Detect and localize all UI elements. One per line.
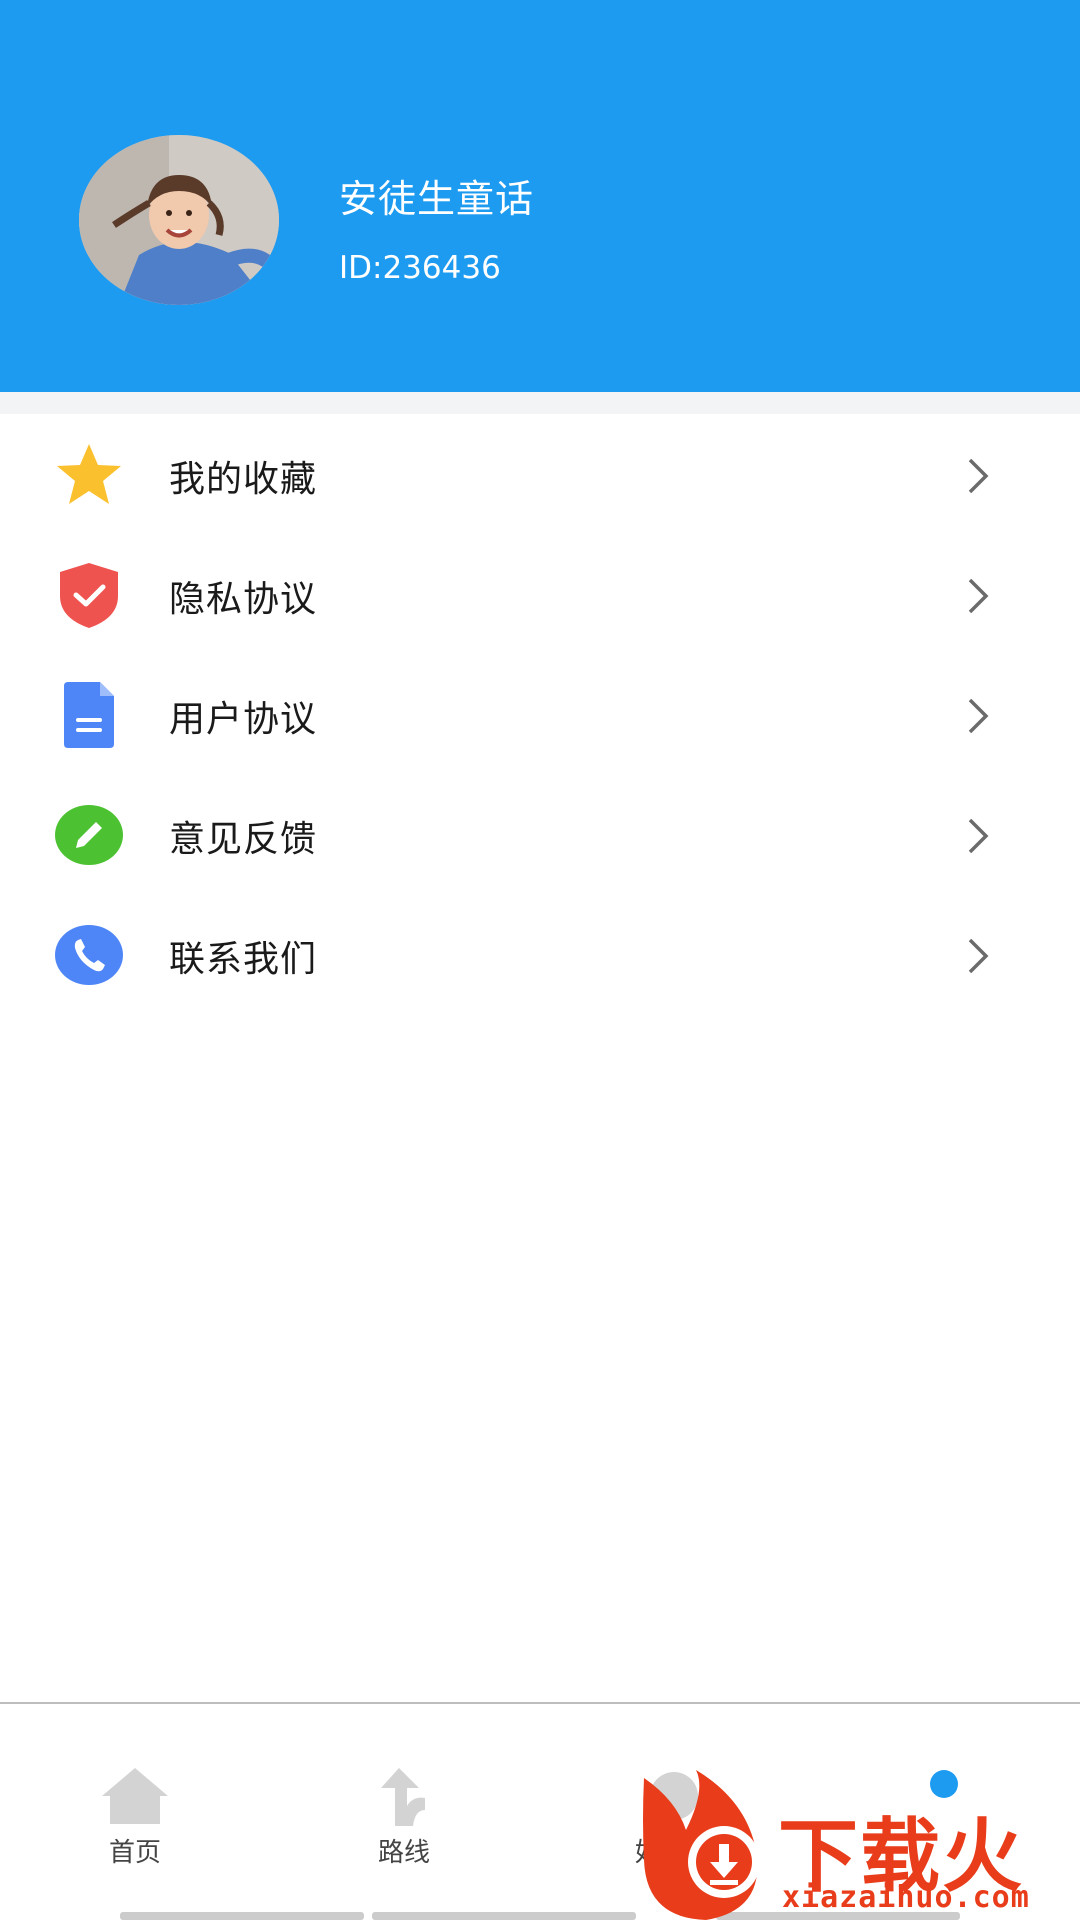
section-divider [0, 392, 1080, 414]
tab-route[interactable]: 路线 [324, 1764, 484, 1884]
phone-icon [55, 925, 123, 985]
shield-check-icon [60, 563, 118, 628]
settings-menu: 我的收藏 隐私协议 用户协议 意见反馈 联系我们 [0, 414, 1080, 1014]
home-indicator-segment [120, 1912, 364, 1920]
chevron-right-icon [968, 698, 989, 734]
menu-item-label: 意见反馈 [169, 819, 318, 860]
tab-label: 首页 [108, 1838, 161, 1868]
menu-item-contact[interactable]: 联系我们 [0, 894, 1080, 1014]
home-icon [102, 1768, 168, 1824]
menu-item-label: 隐私协议 [169, 579, 318, 620]
user-name: 安徒生童话 [339, 177, 535, 221]
menu-item-label: 我的收藏 [169, 459, 318, 500]
tab-home[interactable]: 首页 [55, 1764, 215, 1884]
avatar-photo [79, 135, 279, 305]
user-id: ID:236436 [339, 250, 501, 286]
chevron-right-icon [968, 818, 989, 854]
menu-item-label: 用户协议 [169, 699, 318, 740]
menu-item-user-agreement[interactable]: 用户协议 [0, 654, 1080, 774]
chevron-right-icon [968, 578, 989, 614]
star-icon [57, 444, 121, 504]
document-icon [64, 682, 114, 748]
menu-item-label: 联系我们 [169, 939, 318, 980]
menu-item-feedback[interactable]: 意见反馈 [0, 774, 1080, 894]
menu-item-favorites[interactable]: 我的收藏 [0, 414, 1080, 534]
home-indicator-segment [372, 1912, 636, 1920]
menu-item-privacy[interactable]: 隐私协议 [0, 534, 1080, 654]
avatar[interactable] [79, 135, 279, 305]
chevron-right-icon [968, 458, 989, 494]
tab-label: 路线 [377, 1838, 430, 1868]
profile-header: 安徒生童话 ID:236436 [0, 0, 1080, 392]
watermark-domain: xiazaihuo.com [782, 1880, 1030, 1915]
route-icon [381, 1768, 425, 1826]
chevron-right-icon [968, 938, 989, 974]
pencil-icon [55, 805, 123, 865]
